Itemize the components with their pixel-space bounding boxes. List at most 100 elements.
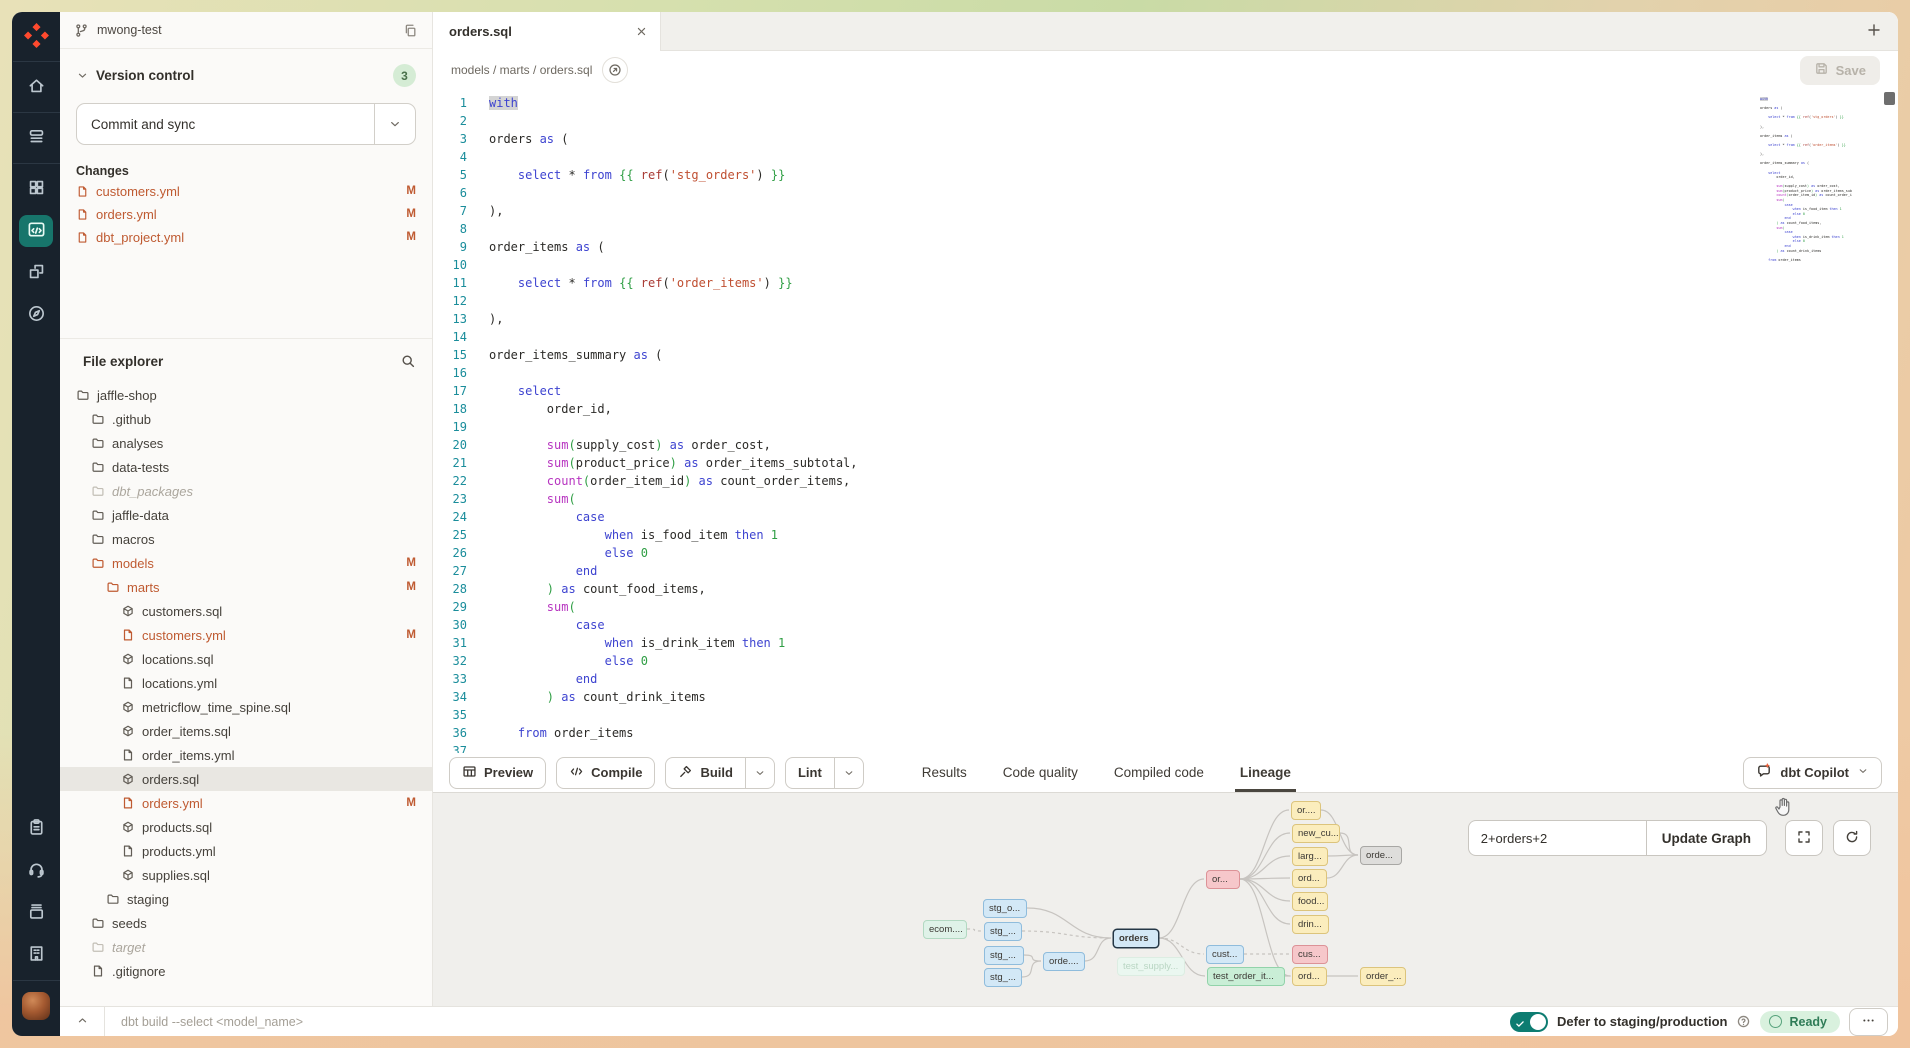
file-jaffle-data[interactable]: jaffle-data xyxy=(60,503,432,527)
tab-results[interactable]: Results xyxy=(922,753,967,792)
sidebar-item-support[interactable] xyxy=(19,855,53,887)
refresh-button[interactable] xyxy=(1833,820,1871,856)
file-macros[interactable]: macros xyxy=(60,527,432,551)
file-dbt_packages[interactable]: dbt_packages xyxy=(60,479,432,503)
file-orders.yml[interactable]: orders.ymlM xyxy=(60,791,432,815)
more-options-button[interactable] xyxy=(1849,1008,1888,1036)
lineage-node-stg_[interactable]: stg_... xyxy=(984,922,1022,941)
lineage-node-cus[interactable]: cus... xyxy=(1292,945,1328,964)
tab-code-quality[interactable]: Code quality xyxy=(1003,753,1078,792)
file-order_items.yml[interactable]: order_items.yml xyxy=(60,743,432,767)
fullscreen-button[interactable] xyxy=(1785,820,1823,856)
open-compiled-icon[interactable] xyxy=(602,57,628,83)
lineage-node-stg_[interactable]: stg_... xyxy=(984,946,1024,965)
tab-compiled-code[interactable]: Compiled code xyxy=(1114,753,1204,792)
tab-lineage[interactable]: Lineage xyxy=(1240,753,1291,792)
file-.github[interactable]: .github xyxy=(60,407,432,431)
file-jaffle-shop[interactable]: jaffle-shop xyxy=(60,383,432,407)
file-order_items.sql[interactable]: order_items.sql xyxy=(60,719,432,743)
defer-toggle[interactable] xyxy=(1510,1012,1548,1032)
lineage-node-orde[interactable]: orde.... xyxy=(1043,952,1085,971)
preview-button-main[interactable]: Preview xyxy=(450,758,545,788)
file-products.yml[interactable]: products.yml xyxy=(60,839,432,863)
close-icon[interactable] xyxy=(635,25,648,38)
command-input[interactable]: dbt build --select <model_name> xyxy=(105,1015,303,1029)
lineage-node-food[interactable]: food... xyxy=(1292,892,1328,911)
lint-button[interactable]: Lint xyxy=(785,757,864,789)
compile-button[interactable]: Compile xyxy=(556,757,655,789)
lineage-selector-input[interactable] xyxy=(1468,820,1646,856)
editor-scrollbar-thumb[interactable] xyxy=(1884,92,1895,105)
dbt-copilot-button[interactable]: dbt Copilot xyxy=(1743,757,1882,789)
sidebar-item-dashboard[interactable] xyxy=(19,173,53,205)
file-marts[interactable]: martsM xyxy=(60,575,432,599)
file-supplies.sql[interactable]: supplies.sql xyxy=(60,863,432,887)
lineage-node-drin[interactable]: drin... xyxy=(1292,915,1329,934)
lineage-node-new_cu[interactable]: new_cu... xyxy=(1292,824,1340,843)
lineage-node-or[interactable]: or... xyxy=(1206,870,1240,889)
file-models[interactable]: modelsM xyxy=(60,551,432,575)
search-icon[interactable] xyxy=(400,353,416,369)
tab-orders-sql[interactable]: orders.sql xyxy=(433,12,661,51)
preview-button[interactable]: Preview xyxy=(449,757,546,789)
lint-options-chevron[interactable] xyxy=(834,758,863,788)
changed-file-customers.yml[interactable]: customers.ymlM xyxy=(76,181,416,201)
file-staging[interactable]: staging xyxy=(60,887,432,911)
copy-branch-icon[interactable] xyxy=(403,23,418,38)
save-button[interactable]: Save xyxy=(1800,56,1880,85)
sidebar-item-organization[interactable] xyxy=(19,939,53,971)
file-analyses[interactable]: analyses xyxy=(60,431,432,455)
build-button-main[interactable]: Build xyxy=(666,758,745,788)
sidebar-item-home[interactable] xyxy=(19,71,53,103)
lint-button-main[interactable]: Lint xyxy=(786,758,834,788)
sidebar-item-documentation[interactable] xyxy=(19,897,53,929)
file-locations.yml[interactable]: locations.yml xyxy=(60,671,432,695)
help-icon[interactable] xyxy=(1736,1014,1751,1029)
lineage-node-stg_o[interactable]: stg_o... xyxy=(983,899,1027,918)
file-metricflow_time_spine.sql[interactable]: metricflow_time_spine.sql xyxy=(60,695,432,719)
lineage-node-test_supply[interactable]: test_supply... xyxy=(1117,957,1185,976)
file-.gitignore[interactable]: .gitignore xyxy=(60,959,432,983)
file-target[interactable]: target xyxy=(60,935,432,959)
lineage-node-ord[interactable]: ord... xyxy=(1292,869,1327,888)
lineage-node-stg_[interactable]: stg_... xyxy=(984,968,1022,987)
file-locations.sql[interactable]: locations.sql xyxy=(60,647,432,671)
new-tab-button[interactable] xyxy=(1866,12,1882,50)
sidebar-item-dbt-logo[interactable] xyxy=(19,21,53,53)
lineage-node-ord[interactable]: ord... xyxy=(1292,967,1327,986)
update-graph-button[interactable]: Update Graph xyxy=(1646,820,1767,856)
lineage-node-or[interactable]: or.... xyxy=(1291,801,1321,820)
lineage-node-cust[interactable]: cust... xyxy=(1206,945,1244,964)
file-data-tests[interactable]: data-tests xyxy=(60,455,432,479)
code-editor[interactable]: withorders as ( select * from {{ ref('st… xyxy=(433,89,1898,753)
sidebar-item-notifications[interactable] xyxy=(19,813,53,845)
lineage-node-orde[interactable]: orde... xyxy=(1360,846,1402,865)
copilot-label: dbt Copilot xyxy=(1780,765,1849,780)
sidebar-item-deploy[interactable] xyxy=(19,122,53,154)
changed-file-orders.yml[interactable]: orders.ymlM xyxy=(76,204,416,224)
lineage-node-orders[interactable]: orders xyxy=(1113,929,1159,948)
version-control-header[interactable]: Version control 3 xyxy=(76,64,416,87)
file-customers.yml[interactable]: customers.ymlM xyxy=(60,623,432,647)
compile-button-main[interactable]: Compile xyxy=(557,758,654,788)
build-options-chevron[interactable] xyxy=(745,758,774,788)
lineage-node-ecom[interactable]: ecom.... xyxy=(923,920,967,939)
file-customers.sql[interactable]: customers.sql xyxy=(60,599,432,623)
commit-and-sync-button[interactable]: Commit and sync xyxy=(76,103,416,145)
lineage-node-larg[interactable]: larg... xyxy=(1292,847,1328,866)
sidebar-item-user-avatar[interactable] xyxy=(19,990,53,1022)
file-products.sql[interactable]: products.sql xyxy=(60,815,432,839)
sidebar-item-orchestration[interactable] xyxy=(19,257,53,289)
lineage-node-order_[interactable]: order_... xyxy=(1360,967,1406,986)
code-text: ) as count_drink_items xyxy=(467,688,706,706)
commit-options-chevron[interactable] xyxy=(374,104,415,144)
lineage-node-test_order_it[interactable]: test_order_it... xyxy=(1207,967,1285,986)
sidebar-item-explore[interactable] xyxy=(19,299,53,331)
changed-file-dbt_project.yml[interactable]: dbt_project.ymlM xyxy=(76,227,416,247)
file-explorer-header[interactable]: File explorer xyxy=(60,339,432,383)
file-orders.sql[interactable]: orders.sql xyxy=(60,767,432,791)
file-seeds[interactable]: seeds xyxy=(60,911,432,935)
expand-command-bar-button[interactable] xyxy=(60,1007,105,1036)
sidebar-item-develop-ide[interactable] xyxy=(19,215,53,247)
build-button[interactable]: Build xyxy=(665,757,775,789)
